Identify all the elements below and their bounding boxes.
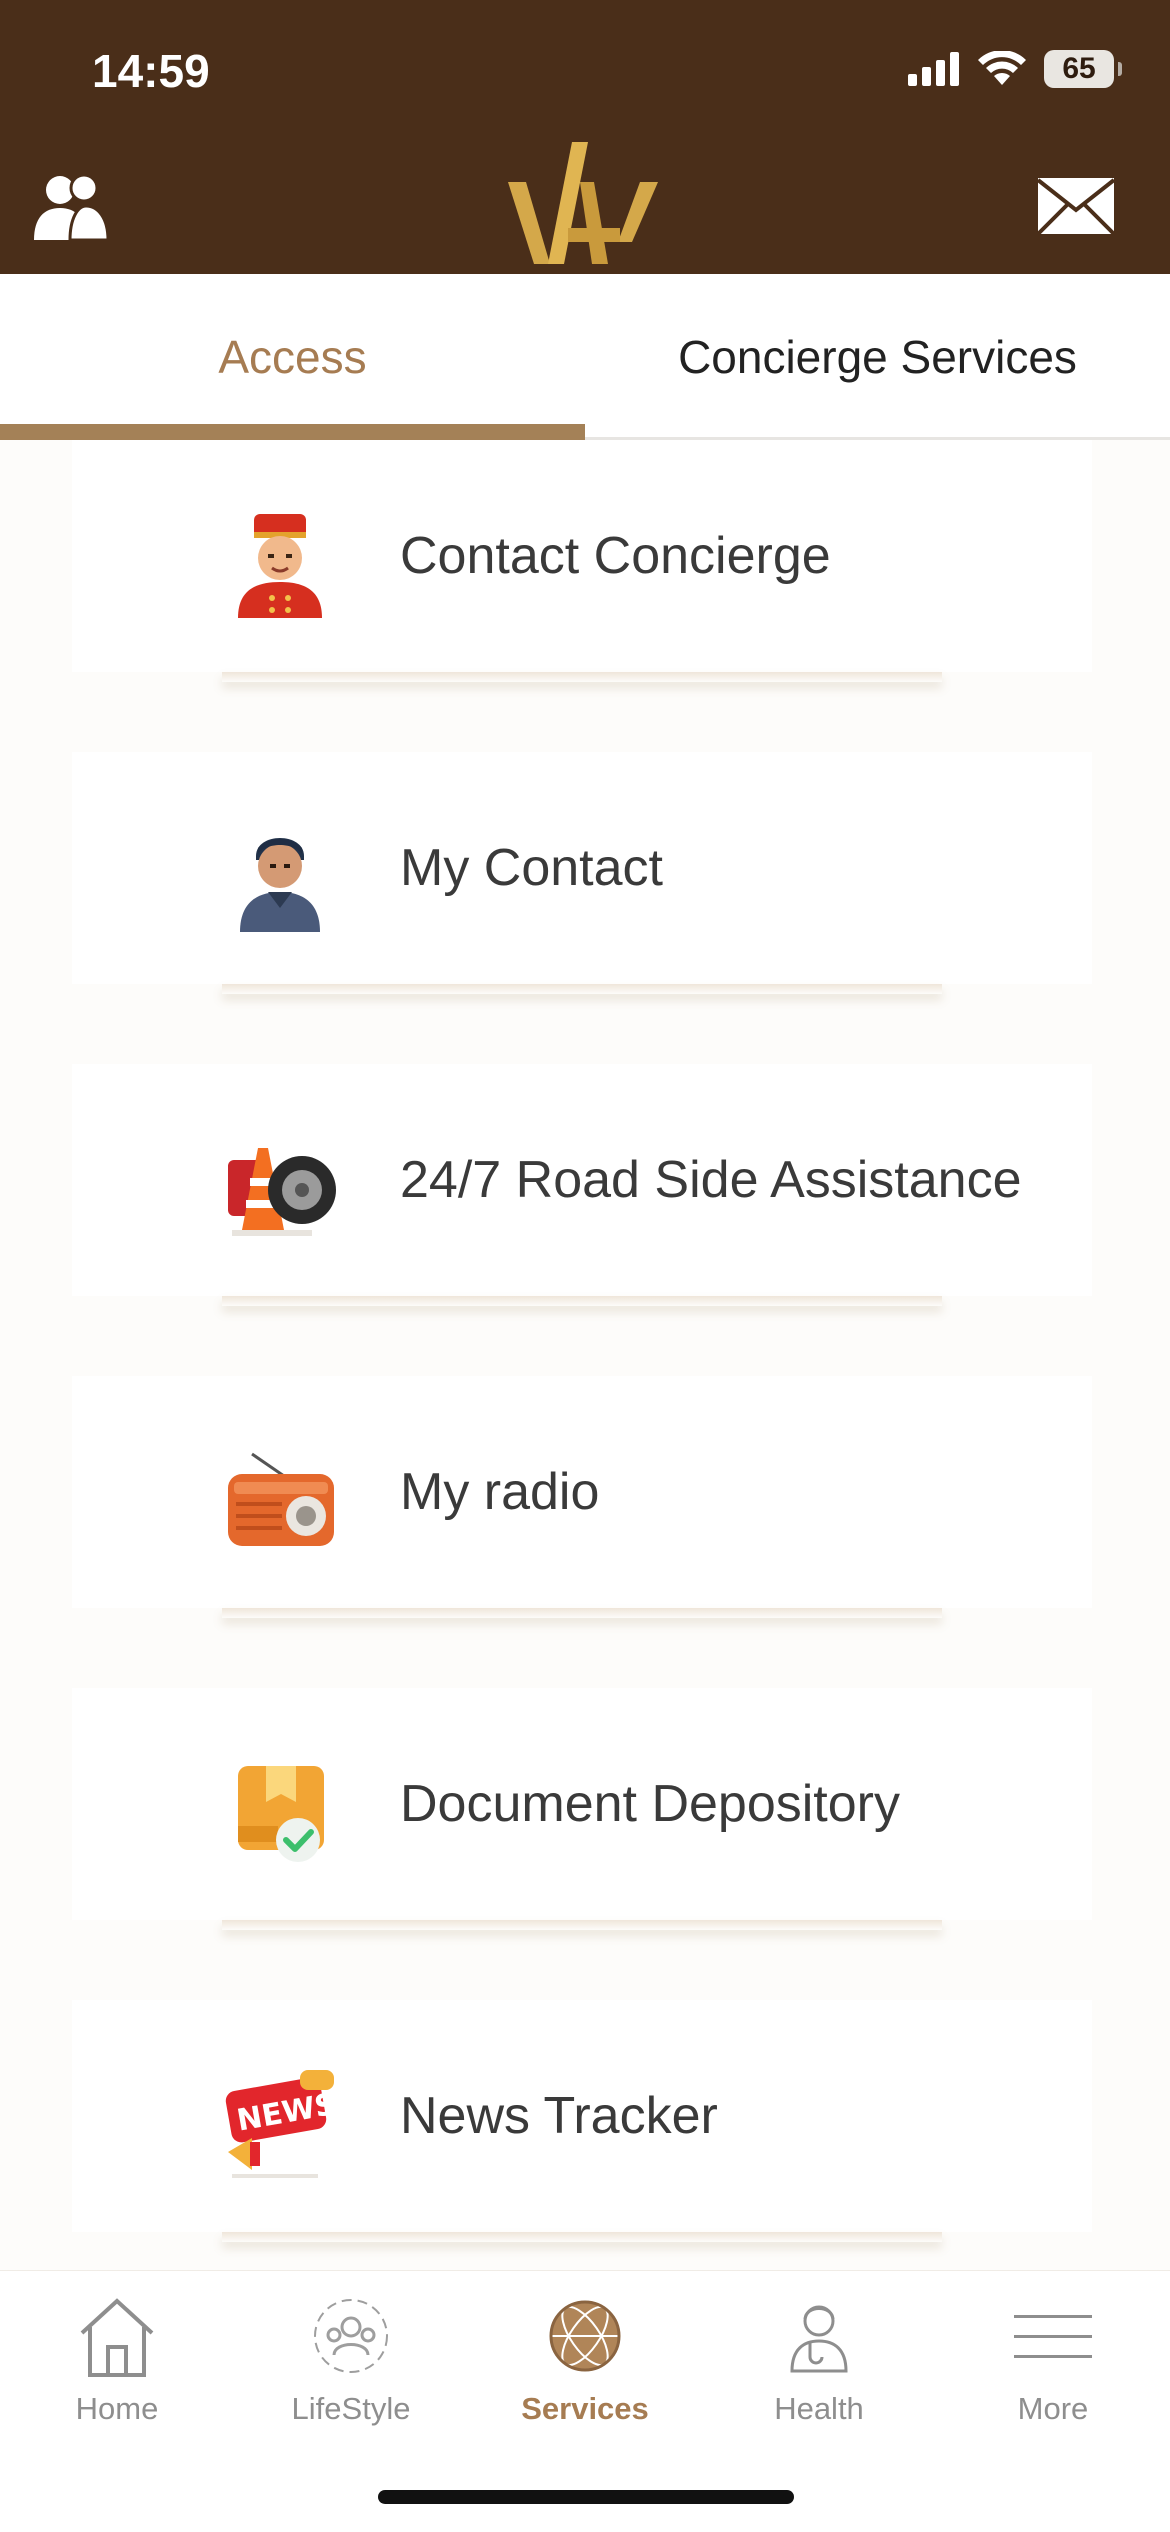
person-icon	[240, 838, 320, 932]
tab-access[interactable]: Access	[0, 274, 585, 440]
brand-logo	[508, 142, 658, 264]
nav-more[interactable]: More	[936, 2291, 1170, 2451]
news-icon: NEWS	[225, 2070, 338, 2178]
nav-services[interactable]: Services	[468, 2291, 702, 2451]
globe-icon	[549, 2300, 621, 2372]
nav-label: Health	[774, 2391, 864, 2426]
wifi-icon	[978, 51, 1026, 85]
active-tab-indicator	[0, 424, 585, 440]
menu-icon	[1014, 2315, 1092, 2358]
service-card-my-contact[interactable]: My Contact	[72, 752, 1092, 994]
nav-home[interactable]: Home	[0, 2291, 234, 2451]
battery-indicator: 65	[1044, 50, 1122, 88]
roadside-icon	[228, 1148, 336, 1236]
service-label: My Contact	[400, 839, 663, 897]
nav-label: Services	[521, 2391, 649, 2426]
bellboy-icon	[238, 514, 322, 618]
service-card-roadside-assistance[interactable]: 24/7 Road Side Assistance	[72, 1064, 1092, 1306]
profile-icon	[34, 173, 110, 242]
tab-concierge-services[interactable]: Concierge Services	[585, 274, 1170, 440]
nav-health[interactable]: Health	[702, 2291, 936, 2451]
service-card-my-radio[interactable]: My radio	[72, 1376, 1092, 1618]
signal-icon	[908, 52, 959, 86]
profile-button[interactable]	[30, 170, 110, 242]
service-label: Contact Concierge	[400, 527, 831, 585]
radio-icon	[228, 1452, 334, 1546]
home-icon	[80, 2298, 154, 2377]
service-card-contact-concierge[interactable]: Contact Concierge	[72, 440, 1092, 682]
service-label: 24/7 Road Side Assistance	[400, 1151, 1022, 1209]
status-indicators: 65	[908, 50, 1122, 88]
service-label: News Tracker	[400, 2087, 718, 2145]
mail-button[interactable]	[1036, 176, 1116, 236]
service-card-document-depository[interactable]: Document Depository	[72, 1688, 1092, 1930]
lifestyle-icon	[314, 2299, 388, 2373]
document-box-icon	[238, 1766, 324, 1862]
home-indicator	[378, 2490, 794, 2504]
doctor-icon	[790, 2305, 848, 2373]
status-time: 14:59	[92, 45, 210, 97]
service-label: My radio	[400, 1463, 600, 1521]
nav-label: More	[1017, 2391, 1089, 2426]
nav-label: LifeStyle	[291, 2391, 411, 2426]
mail-icon	[1036, 178, 1116, 236]
segment-tabs: Access Concierge Services	[0, 274, 1170, 440]
service-label: Document Depository	[400, 1775, 900, 1833]
app-header: 14:59 65	[0, 0, 1170, 274]
nav-label: Home	[75, 2391, 159, 2426]
nav-lifestyle[interactable]: LifeStyle	[234, 2291, 468, 2451]
service-card-news-tracker[interactable]: NEWS News Tracker	[72, 2000, 1092, 2242]
